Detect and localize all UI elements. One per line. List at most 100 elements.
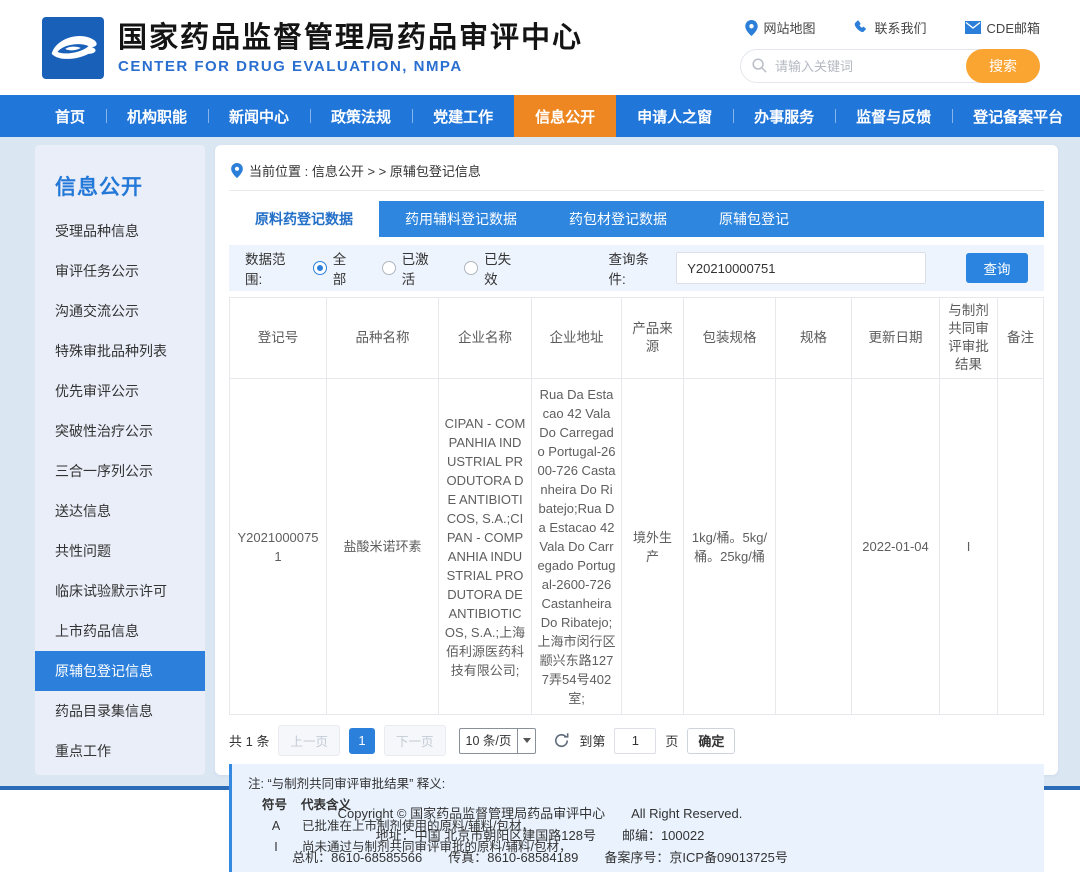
cell-joint-review-result: I (940, 379, 998, 715)
sidebar-item-drug-catalog[interactable]: 药品目录集信息 (35, 691, 205, 731)
site-subtitle: CENTER FOR DRUG EVALUATION, NMPA (118, 58, 583, 75)
cell-remarks (998, 379, 1044, 715)
col-company-name: 企业名称 (439, 298, 532, 379)
nav-item-applicant-window[interactable]: 申请人之窗 (616, 95, 733, 137)
nav-item-info-disclosure[interactable]: 信息公开 (514, 95, 616, 137)
sidebar-item-clinical-trial-implied[interactable]: 临床试验默示许可 (35, 571, 205, 611)
col-packaging-spec: 包装规格 (684, 298, 776, 379)
fax-text: 传真：8610-68584189 (448, 847, 578, 869)
cde-logo (42, 17, 104, 79)
sidebar-item-three-in-one[interactable]: 三合一序列公示 (35, 451, 205, 491)
nav-item-home[interactable]: 首页 (34, 95, 106, 137)
sitemap-label: 网站地图 (764, 18, 816, 37)
tab-bar: 原料药登记数据 药用辅料登记数据 药包材登记数据 原辅包登记 (229, 201, 1044, 237)
nav-item-news[interactable]: 新闻中心 (208, 95, 310, 137)
goto-suffix: 页 (665, 731, 678, 750)
breadcrumb: 当前位置 : 信息公开 > > 原辅包登记信息 (229, 155, 1044, 191)
nav-item-registration-platform[interactable]: 登记备案平台 (952, 95, 1080, 137)
goto-prefix: 到第 (579, 731, 605, 750)
sidebar-item-key-work[interactable]: 重点工作 (35, 731, 205, 771)
col-remarks: 备注 (998, 298, 1044, 379)
confirm-button[interactable]: 确定 (687, 728, 735, 754)
search-icon (752, 58, 767, 78)
nav-item-policy[interactable]: 政策法规 (310, 95, 412, 137)
goto-page-input[interactable] (614, 728, 656, 754)
query-button[interactable]: 查询 (966, 253, 1028, 283)
sidebar-item-raw-excipient-packaging[interactable]: 原辅包登记信息 (35, 651, 205, 691)
sidebar-item-common-issues[interactable]: 共性问题 (35, 531, 205, 571)
cde-mail-link[interactable]: CDE邮箱 (965, 18, 1040, 37)
cde-mail-label: CDE邮箱 (987, 18, 1040, 37)
site-header: 国家药品监督管理局药品审评中心 CENTER FOR DRUG EVALUATI… (0, 0, 1080, 95)
sidebar-item-breakthrough-therapy[interactable]: 突破性治疗公示 (35, 411, 205, 451)
note-symbol-i: I (268, 837, 284, 858)
query-input[interactable] (676, 252, 926, 284)
nav-item-party[interactable]: 党建工作 (412, 95, 514, 137)
nav-item-functions[interactable]: 机构职能 (106, 95, 208, 137)
radio-all[interactable]: 全部 (313, 248, 360, 288)
sidebar-item-accepted-varieties[interactable]: 受理品种信息 (35, 211, 205, 251)
brand: 国家药品监督管理局药品审评中心 CENTER FOR DRUG EVALUATI… (42, 17, 583, 79)
sidebar-item-communication[interactable]: 沟通交流公示 (35, 291, 205, 331)
sidebar-item-priority-review[interactable]: 优先审评公示 (35, 371, 205, 411)
sidebar-title: 信息公开 (35, 145, 205, 211)
page-size-value: 10 条/页 (460, 729, 518, 753)
sidebar: 信息公开 受理品种信息 审评任务公示 沟通交流公示 特殊审批品种列表 优先审评公… (35, 145, 205, 775)
cell-packaging-spec: 1kg/桶。5kg/桶。25kg/桶 (684, 379, 776, 715)
scope-radio-group: 全部 已激活 已失效 (313, 248, 525, 288)
cell-spec (776, 379, 852, 715)
icp-text: 备案序号：京ICP备09013725号 (604, 847, 788, 869)
radio-expired-label: 已失效 (484, 248, 524, 288)
nav-item-supervision[interactable]: 监督与反馈 (835, 95, 952, 137)
registration-table: 登记号 品种名称 企业名称 企业地址 产品来源 包装规格 规格 更新日期 与制剂… (229, 297, 1044, 715)
prev-page-button[interactable]: 上一页 (278, 725, 340, 756)
radio-expired[interactable]: 已失效 (464, 248, 524, 288)
tab-excipient-registration[interactable]: 药用辅料登记数据 (379, 201, 543, 237)
pagination: 共 1 条 上一页 1 下一页 10 条/页 到第 页 确定 (229, 725, 1044, 756)
swan-logo-icon (42, 17, 104, 79)
page-size-select[interactable]: 10 条/页 (459, 728, 537, 754)
next-page-button[interactable]: 下一页 (384, 725, 446, 756)
col-variety-name: 品种名称 (327, 298, 439, 379)
col-product-source: 产品来源 (622, 298, 684, 379)
sidebar-item-special-approval[interactable]: 特殊审批品种列表 (35, 331, 205, 371)
current-page-button[interactable]: 1 (349, 728, 375, 754)
cell-variety-name: 盐酸米诺环素 (327, 379, 439, 715)
rights-text: All Right Reserved. (631, 803, 742, 825)
col-registration-no: 登记号 (230, 298, 327, 379)
contact-link[interactable]: 联系我们 (854, 18, 927, 37)
scope-label: 数据范围: (245, 248, 303, 288)
chevron-down-icon (517, 729, 535, 753)
site-search-button[interactable]: 搜索 (966, 49, 1040, 83)
tab-packaging-registration[interactable]: 药包材登记数据 (543, 201, 693, 237)
table-header-row: 登记号 品种名称 企业名称 企业地址 产品来源 包装规格 规格 更新日期 与制剂… (230, 298, 1044, 379)
sidebar-item-marketed-drugs[interactable]: 上市药品信息 (35, 611, 205, 651)
copyright-text: Copyright © 国家药品监督管理局药品审评中心 (338, 803, 605, 825)
cell-update-date: 2022-01-04 (852, 379, 940, 715)
main-panel: 当前位置 : 信息公开 > > 原辅包登记信息 原料药登记数据 药用辅料登记数据… (215, 145, 1058, 775)
switchboard-text: 总机：8610-68585566 (292, 847, 422, 869)
main-nav: 首页 机构职能 新闻中心 政策法规 党建工作 信息公开 申请人之窗 办事服务 监… (0, 95, 1080, 137)
tab-api-registration[interactable]: 原料药登记数据 (229, 201, 379, 237)
sitemap-link[interactable]: 网站地图 (745, 18, 816, 37)
phone-icon (854, 20, 869, 35)
site-search: 搜索 (740, 49, 1040, 83)
filter-bar: 数据范围: 全部 已激活 已失效 查询条件: 查询 (229, 245, 1044, 291)
nav-item-services[interactable]: 办事服务 (733, 95, 835, 137)
note-col-symbol: 符号 (262, 795, 287, 816)
tab-raw-excipient-packaging[interactable]: 原辅包登记 (693, 201, 815, 237)
note-title: 注: “与制剂共同审评审批结果” 释义: (248, 774, 1028, 795)
location-pin-icon (745, 20, 758, 36)
radio-activated-dot (382, 261, 396, 275)
query-label: 查询条件: (609, 248, 667, 288)
table-row[interactable]: Y20210000751 盐酸米诺环素 CIPAN - COMPANHIA IN… (230, 379, 1044, 715)
sidebar-item-review-tasks[interactable]: 审评任务公示 (35, 251, 205, 291)
radio-activated[interactable]: 已激活 (382, 248, 442, 288)
radio-expired-dot (464, 261, 478, 275)
cell-company-name: CIPAN - COMPANHIA INDUSTRIAL PRODUTORA D… (439, 379, 532, 715)
sidebar-item-delivery-info[interactable]: 送达信息 (35, 491, 205, 531)
content-region: 信息公开 受理品种信息 审评任务公示 沟通交流公示 特殊审批品种列表 优先审评公… (0, 137, 1080, 786)
cell-product-source: 境外生产 (622, 379, 684, 715)
col-update-date: 更新日期 (852, 298, 940, 379)
refresh-icon[interactable] (553, 732, 570, 749)
